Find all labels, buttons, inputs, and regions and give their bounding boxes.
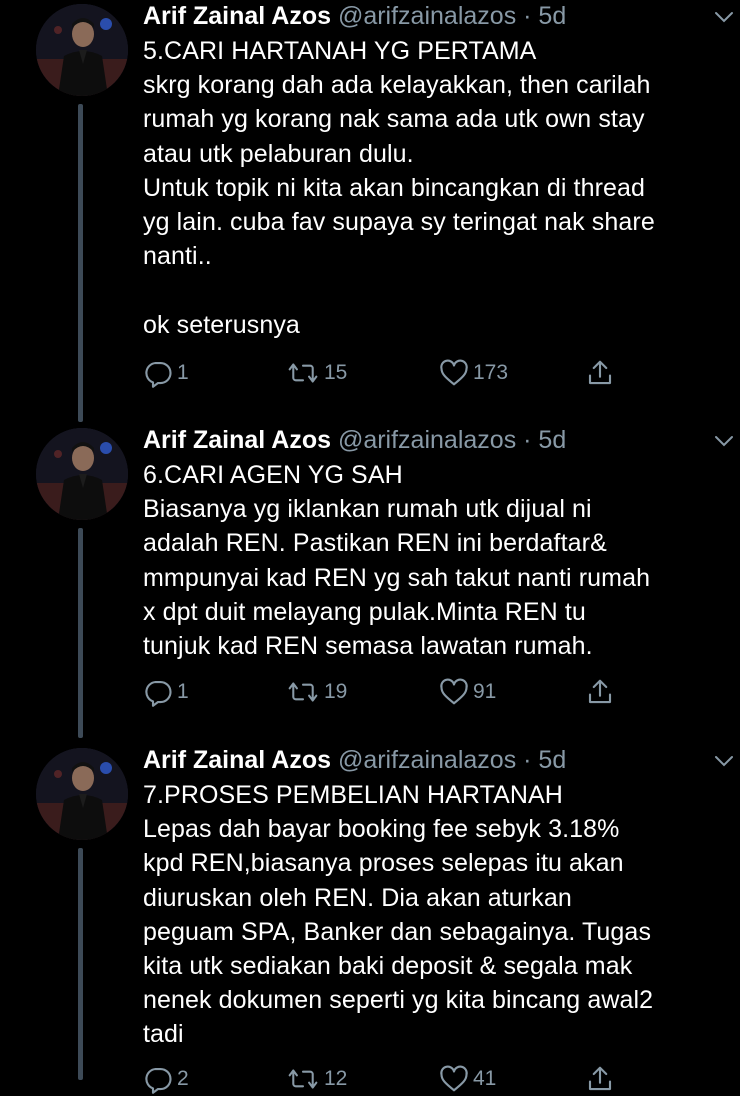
tweet-text: 5.CARI HARTANAH YG PERTAMA skrg korang d… — [143, 34, 710, 342]
reply-icon — [145, 361, 172, 388]
tweet-line: x dpt duit melayang pulak.Minta REN tu — [143, 597, 586, 626]
tweet-header: Arif Zainal Azos @arifzainalazos · 5d — [143, 745, 710, 775]
retweet-count: 12 — [324, 1067, 348, 1090]
tweet-line: tunjuk kad REN semasa lawatan rumah. — [143, 632, 593, 661]
tweet-line: diuruskan oleh REN. Dia akan aturkan — [143, 883, 572, 912]
tweet[interactable]: Arif Zainal Azos @arifzainalazos · 5d 5.… — [0, 0, 740, 420]
like-button[interactable]: 41 — [439, 1062, 496, 1096]
tweet-actions: 2 12 41 — [143, 1062, 643, 1096]
reply-count: 1 — [177, 680, 189, 703]
tweet-line: 6.CARI AGEN YG SAH — [143, 461, 403, 489]
chevron-down-icon[interactable] — [712, 5, 736, 29]
avatar[interactable] — [36, 428, 128, 520]
chevron-down-icon[interactable] — [712, 429, 736, 453]
tweet-line: adalah REN. Pastikan REN ini berdaftar& — [143, 529, 607, 558]
tweet-line: skrg korang dah ada kelayakkan, then car… — [143, 71, 651, 100]
like-count: 41 — [473, 1067, 497, 1090]
tweet[interactable]: Arif Zainal Azos @arifzainalazos · 5d 7.… — [0, 744, 740, 1094]
tweet-line: atau utk pelaburan dulu. — [143, 139, 414, 168]
retweet-button[interactable]: 12 — [286, 1062, 347, 1096]
tweet-header: Arif Zainal Azos @arifzainalazos · 5d — [143, 425, 710, 455]
timestamp[interactable]: · 5d — [516, 2, 566, 30]
tweet-line: mmpunyai kad REN yg sah takut nanti ruma… — [143, 563, 651, 592]
tweet-line: peguam SPA, Banker dan sebagainya. Tugas — [143, 917, 652, 946]
tweet-actions: 1 19 91 — [143, 675, 643, 709]
timestamp[interactable]: · 5d — [516, 426, 566, 454]
tweet-line: Biasanya yg iklankan rumah utk dijual ni — [143, 495, 592, 524]
tweet-line: kita utk sediakan baki deposit & segala … — [143, 952, 633, 981]
tweet-line: ok seterusnya — [143, 310, 300, 339]
reply-button[interactable]: 1 — [143, 356, 189, 390]
author-name[interactable]: Arif Zainal Azos — [143, 426, 331, 454]
like-icon — [440, 359, 468, 386]
tweet-header: Arif Zainal Azos @arifzainalazos · 5d — [143, 1, 710, 31]
share-icon — [588, 360, 612, 385]
author-name[interactable]: Arif Zainal Azos — [143, 2, 331, 30]
reply-icon — [145, 1067, 172, 1094]
like-icon — [440, 678, 468, 705]
tweet-line — [143, 273, 710, 307]
reply-button[interactable]: 1 — [143, 675, 189, 709]
author-name[interactable]: Arif Zainal Azos — [143, 746, 331, 774]
avatar[interactable] — [36, 4, 128, 96]
retweet-icon — [288, 1069, 318, 1089]
retweet-icon — [288, 363, 318, 383]
like-button[interactable]: 173 — [439, 356, 508, 390]
tweet-line: yg lain. cuba fav supaya sy teringat nak… — [143, 208, 655, 237]
tweet-text: 7.PROSES PEMBELIAN HARTANAH Lepas dah ba… — [143, 778, 710, 1052]
like-count: 173 — [473, 361, 509, 384]
tweet-line: nenek dokumen seperti yg kita bincang aw… — [143, 986, 654, 1015]
timestamp[interactable]: · 5d — [516, 746, 566, 774]
tweet-line: tadi — [143, 1020, 184, 1049]
like-button[interactable]: 91 — [439, 675, 496, 709]
chevron-down-icon[interactable] — [712, 749, 736, 773]
author-handle[interactable]: @arifzainalazos — [338, 426, 516, 454]
tweet-line: kpd REN,biasanya proses selepas itu akan — [143, 849, 624, 878]
tweet-line: 7.PROSES PEMBELIAN HARTANAH — [143, 781, 563, 809]
tweet-line: 5.CARI HARTANAH YG PERTAMA — [143, 37, 537, 65]
retweet-button[interactable]: 15 — [286, 356, 347, 390]
like-count: 91 — [473, 680, 497, 703]
author-handle[interactable]: @arifzainalazos — [338, 746, 516, 774]
share-icon — [588, 1066, 612, 1091]
reply-count: 2 — [177, 1067, 189, 1090]
tweet-line: nanti.. — [143, 242, 212, 271]
tweet[interactable]: Arif Zainal Azos @arifzainalazos · 5d 6.… — [0, 424, 740, 740]
tweet-text: 6.CARI AGEN YG SAH Biasanya yg iklankan … — [143, 458, 710, 663]
tweet-actions: 1 15 173 — [143, 356, 643, 390]
retweet-icon — [288, 682, 318, 702]
retweet-count: 15 — [324, 361, 348, 384]
reply-icon — [145, 680, 172, 707]
tweet-line: rumah yg korang nak sama ada utk own sta… — [143, 105, 645, 134]
tweet-line: Lepas dah bayar booking fee sebyk 3.18% — [143, 815, 620, 844]
reply-button[interactable]: 2 — [143, 1062, 189, 1096]
share-button[interactable] — [585, 675, 619, 709]
tweet-line: Untuk topik ni kita akan bincangkan di t… — [143, 173, 646, 202]
avatar[interactable] — [36, 748, 128, 840]
author-handle[interactable]: @arifzainalazos — [338, 2, 516, 30]
retweet-count: 19 — [324, 680, 348, 703]
reply-count: 1 — [177, 361, 189, 384]
retweet-button[interactable]: 19 — [286, 675, 347, 709]
share-button[interactable] — [585, 356, 619, 390]
like-icon — [440, 1065, 468, 1092]
share-button[interactable] — [585, 1062, 619, 1096]
share-icon — [588, 679, 612, 704]
